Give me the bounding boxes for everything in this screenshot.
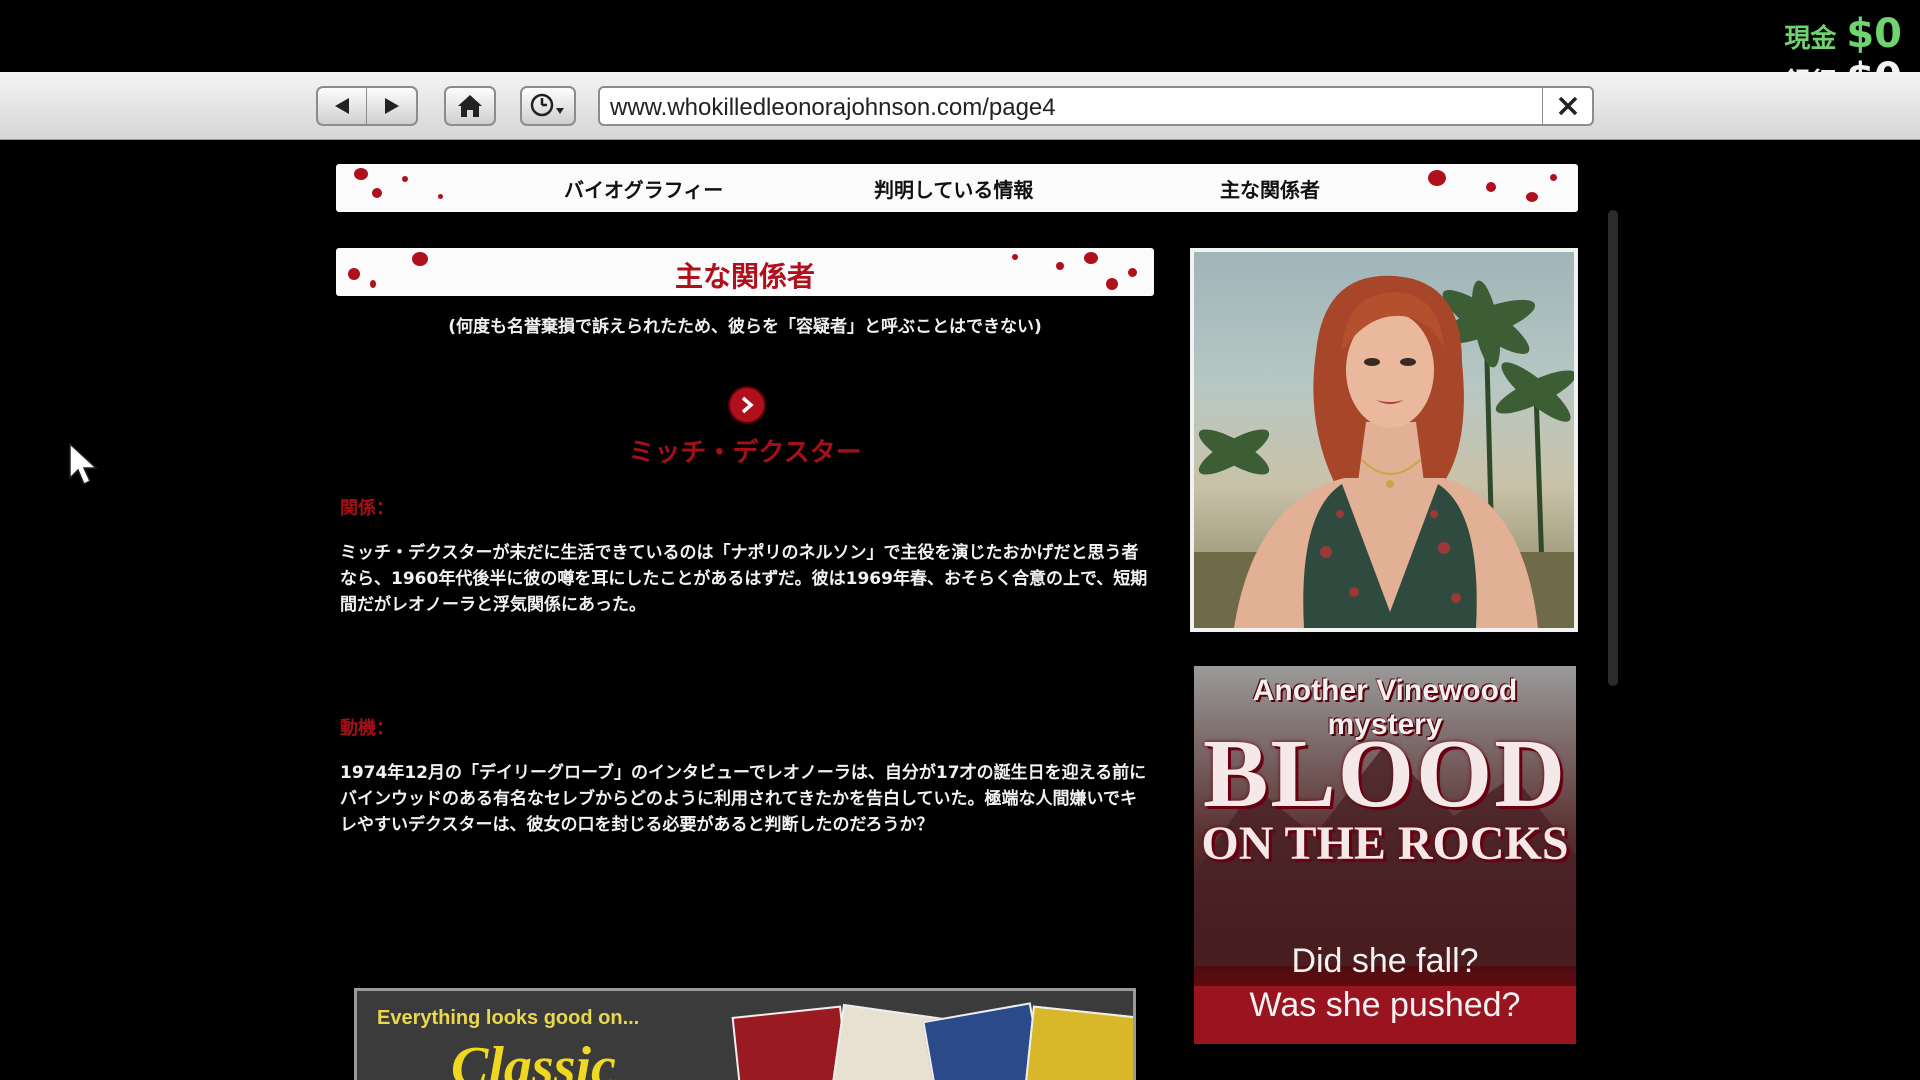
next-person-button[interactable] — [728, 386, 766, 424]
section-subtitle: (何度も名誉棄損で訴えられたため、彼らを「容疑者」と呼ぶことはできない) — [448, 317, 1042, 337]
blood-splatter — [372, 188, 382, 198]
forward-arrow-icon — [384, 98, 399, 114]
motive-text: 1974年12月の「デイリーグローブ」のインタビューでレオノーラは、自分が17才… — [340, 763, 1147, 835]
motive-label: 動機： — [340, 718, 394, 739]
blood-splatter — [354, 168, 368, 180]
mouse-cursor-icon — [69, 442, 98, 486]
forward-button[interactable] — [366, 86, 418, 126]
ad-title-line2: ON THE ROCKS — [1201, 817, 1569, 870]
blood-splatter — [1550, 174, 1557, 181]
history-button[interactable] — [520, 86, 576, 126]
url-text: www.whokilledleonorajohnson.com/page4 — [610, 94, 1056, 121]
url-bar[interactable]: www.whokilledleonorajohnson.com/page4 — [598, 86, 1594, 126]
section-title: 主な関係者 — [674, 260, 815, 293]
back-button[interactable] — [316, 86, 366, 126]
site-nav-bar: バイオグラフィー 判明している情報 主な関係者 — [336, 164, 1578, 212]
leonora-portrait — [1190, 248, 1578, 632]
browser-toolbar: www.whokilledleonorajohnson.com/page4 — [0, 72, 1920, 140]
relation-label: 関係： — [340, 498, 394, 519]
portrait-illustration — [1194, 275, 1574, 628]
back-arrow-icon — [335, 98, 349, 114]
page-scrollbar[interactable] — [1608, 210, 1618, 686]
history-clock-icon — [530, 93, 564, 117]
classic-ad-banner[interactable]: Everything looks good on... Classic — [354, 988, 1136, 1080]
chevron-right-icon — [741, 396, 754, 414]
person-name: ミッチ・デクスター — [628, 438, 862, 468]
bottom-ad-tagline: Everything looks good on... — [377, 1007, 640, 1029]
close-icon — [1558, 96, 1577, 116]
cash-label: 現金 — [1784, 24, 1837, 54]
nav-key-persons[interactable]: 主な関係者 — [1220, 174, 1320, 203]
cash-display: 現金 $0 — [1784, 14, 1902, 54]
ad-title-line1: BLOOD — [1203, 720, 1567, 828]
blood-splatter — [438, 194, 443, 199]
nav-known-facts[interactable]: 判明している情報 — [874, 174, 1033, 203]
book-ad-banner[interactable]: Another Vinewood mystery BLOOD ON THE RO… — [1194, 666, 1576, 1044]
blood-splatter — [1428, 170, 1446, 186]
section-header: 主な関係者 — [336, 248, 1154, 296]
cash-value: $0 — [1846, 11, 1902, 57]
blood-splatter — [402, 176, 408, 182]
book-cover — [1021, 1005, 1133, 1080]
home-icon — [458, 95, 482, 117]
ad-question-1: Did she fall? — [1291, 942, 1479, 980]
close-url-button[interactable] — [1542, 88, 1592, 124]
blood-splatter — [1526, 192, 1538, 202]
ad-question-2: Was she pushed? — [1249, 986, 1521, 1024]
nav-biography[interactable]: バイオグラフィー — [564, 174, 723, 203]
blood-splatter — [1486, 182, 1496, 192]
home-button[interactable] — [444, 86, 496, 126]
bottom-ad-brand: Classic — [451, 1036, 616, 1080]
relation-text: ミッチ・デクスターが未だに生活できているのは「ナポリのネルソン」で主役を演じたお… — [340, 543, 1148, 615]
